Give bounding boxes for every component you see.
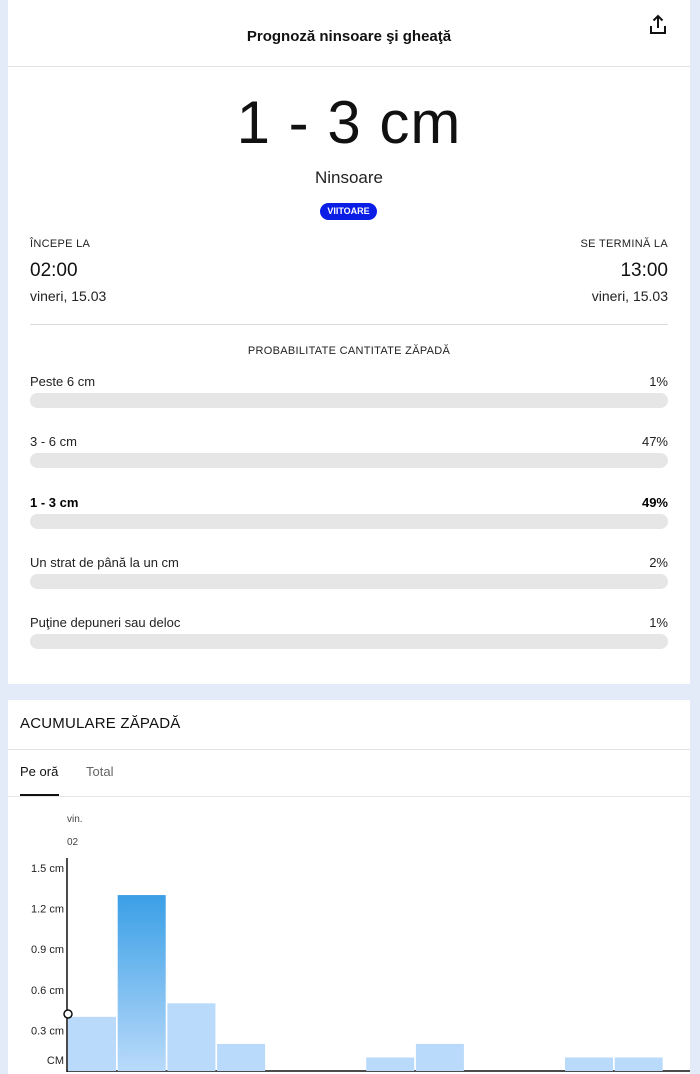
snow-forecast-card: Prognoză ninsoare şi gheaţă 1 - 3 cm Nin… <box>8 0 690 684</box>
tab-total[interactable]: Total <box>86 764 113 779</box>
probability-bar-fill <box>30 514 343 529</box>
page-title: Prognoză ninsoare şi gheaţă <box>246 28 452 45</box>
probability-row: Un strat de până la un cm 2% <box>30 555 668 595</box>
divider <box>30 324 668 325</box>
precipitation-type: Ninsoare <box>314 168 384 187</box>
status-badge: VIITOARE <box>320 203 377 220</box>
chart-bar[interactable] <box>565 1057 613 1071</box>
y-tick-label: 1.2 cm <box>31 904 64 916</box>
chart-bar[interactable] <box>167 1003 216 1071</box>
probability-label: Puţine depuneri sau deloc <box>30 615 181 630</box>
probability-value: 49% <box>641 495 668 510</box>
probability-bar-fill <box>30 574 43 589</box>
probability-label: 3 - 6 cm <box>30 434 77 449</box>
probability-bar-fill <box>30 393 37 408</box>
snow-amount: 1 - 3 cm <box>236 89 462 156</box>
probability-label: Peste 6 cm <box>30 374 96 389</box>
probability-row: 3 - 6 cm 47% <box>30 434 668 474</box>
marker-handle[interactable] <box>63 1009 73 1019</box>
accumulation-chart: vin. 02 1.5 cm 1.2 cm 0.9 cm 0.6 cm 0.3 cm CM <box>31 814 690 1072</box>
probability-title: PROBABILITATE CANTITATE ZĂPADĂ <box>247 345 451 357</box>
y-tick-label: 0.6 cm <box>31 985 64 997</box>
chart-bar[interactable] <box>68 1016 116 1071</box>
divider <box>8 796 690 797</box>
y-tick-label: 0.3 cm <box>31 1025 64 1037</box>
y-tick-label: 1.5 cm <box>31 863 64 875</box>
probability-label: 1 - 3 cm <box>30 495 79 510</box>
probability-value: 1% <box>649 374 668 389</box>
probability-bar <box>30 574 668 589</box>
probability-bar <box>30 634 668 649</box>
probability-value: 1% <box>649 615 668 630</box>
probability-bar-fill <box>30 634 37 649</box>
end-time: 13:00 <box>620 260 668 281</box>
end-date: vineri, 15.03 <box>591 288 668 304</box>
start-time: 02:00 <box>30 260 78 281</box>
probability-bar <box>30 514 668 529</box>
probability-row: Peste 6 cm 1% <box>30 374 668 414</box>
start-label: ÎNCEPE LA <box>30 238 91 250</box>
probability-value: 2% <box>649 555 668 570</box>
chart-bar[interactable] <box>614 1057 663 1071</box>
chart-bar[interactable] <box>117 895 166 1071</box>
probability-bar <box>30 393 668 408</box>
accumulation-card: ACUMULARE ZĂPADĂ Pe oră Total vin. 02 1.… <box>8 700 690 1074</box>
end-label: SE TERMINĂ LA <box>580 238 668 250</box>
probability-bar-fill <box>30 453 330 468</box>
probability-row: Puţine depuneri sau deloc 1% <box>30 615 668 655</box>
probability-value: 47% <box>641 434 668 449</box>
y-tick-label: CM <box>47 1055 64 1067</box>
probability-label: Un strat de până la un cm <box>30 555 179 570</box>
chart-bar[interactable] <box>366 1057 415 1071</box>
chart-bar[interactable] <box>415 1043 464 1071</box>
start-date: vineri, 15.03 <box>30 288 107 304</box>
divider <box>8 749 690 750</box>
probability-bar <box>30 453 668 468</box>
x-hour-label: 02 <box>67 837 79 848</box>
header: Prognoză ninsoare şi gheaţă <box>8 0 690 67</box>
tab-hourly[interactable]: Pe oră <box>20 764 58 779</box>
y-tick-label: 0.9 cm <box>31 944 64 956</box>
chart-bar[interactable] <box>217 1043 266 1071</box>
probability-row: 1 - 3 cm 49% <box>30 495 668 535</box>
accumulation-title: ACUMULARE ZĂPADĂ <box>20 715 181 732</box>
x-day-label: vin. <box>67 814 83 825</box>
share-icon[interactable] <box>646 13 670 37</box>
